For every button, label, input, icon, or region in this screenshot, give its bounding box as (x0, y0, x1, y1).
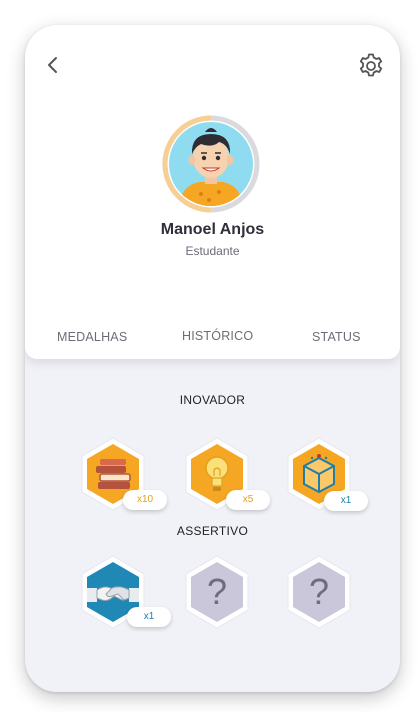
medal-count: x5 (226, 490, 270, 510)
profile-card: Manoel Anjos Estudante MEDALHAS HISTÓRIC… (25, 25, 400, 359)
tab-historico[interactable]: HISTÓRICO (182, 329, 253, 343)
medal-count: x1 (324, 491, 368, 511)
tab-medalhas[interactable]: MEDALHAS (57, 330, 127, 344)
section-title-assertivo: ASSERTIVO (176, 524, 249, 538)
tab-status[interactable]: STATUS (312, 330, 361, 344)
back-icon[interactable] (42, 54, 64, 76)
avatar (162, 115, 260, 213)
medal-lightbulb[interactable]: x5 (182, 434, 270, 514)
phone-frame: Manoel Anjos Estudante MEDALHAS HISTÓRIC… (25, 25, 400, 692)
medal-books[interactable]: x10 (78, 434, 167, 514)
question-icon: ? (185, 555, 249, 629)
medal-count: x10 (123, 490, 167, 510)
svg-text:?: ? (207, 571, 227, 612)
gear-icon[interactable] (357, 52, 385, 80)
medal-count: x1 (127, 607, 171, 627)
profile-role: Estudante (185, 244, 240, 258)
medal-cube[interactable]: x1 (284, 434, 368, 514)
medal-handshake[interactable]: x1 (78, 552, 171, 632)
medal-locked-1[interactable]: ? (182, 552, 262, 632)
question-icon: ? (287, 555, 351, 629)
profile-name: Manoel Anjos (160, 221, 265, 238)
svg-text:?: ? (309, 571, 329, 612)
section-title-inovador: INOVADOR (179, 393, 246, 407)
medal-locked-2[interactable]: ? (284, 552, 364, 632)
